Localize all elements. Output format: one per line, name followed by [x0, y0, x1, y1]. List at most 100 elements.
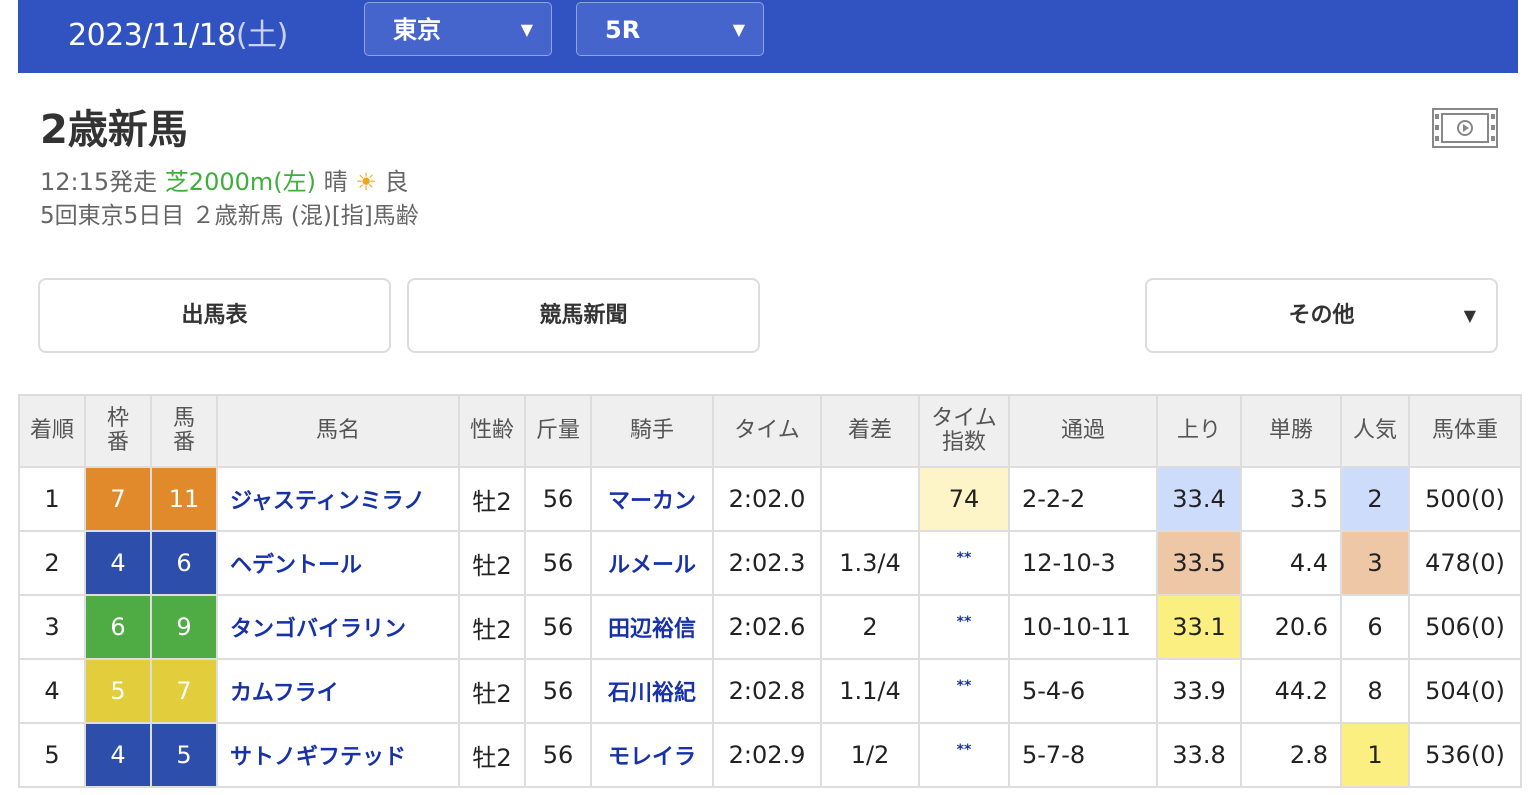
cell-odds: 44.2: [1240, 658, 1342, 724]
cell-rank: 1: [18, 466, 86, 532]
venue-select[interactable]: 東京 ▼: [364, 2, 552, 56]
cell-time-index: **: [918, 722, 1010, 788]
cell-horse-no: 9: [150, 594, 218, 660]
col-last3f: 上り: [1156, 394, 1242, 468]
cell-odds: 4.4: [1240, 530, 1342, 596]
cell-horse-no: 7: [150, 658, 218, 724]
cell-margin: 1.1/4: [820, 658, 920, 724]
cell-weight: 56: [524, 594, 592, 660]
cell-margin: [820, 466, 920, 532]
col-time-index-line1: タイム: [931, 406, 997, 431]
cell-weight: 56: [524, 658, 592, 724]
other-label: その他: [1288, 303, 1355, 328]
cell-popularity: 6: [1340, 594, 1410, 660]
race-title: 2歳新馬: [40, 107, 188, 153]
dropdown-arrow-icon: ▼: [520, 20, 533, 39]
col-weight: 斤量: [524, 394, 592, 468]
col-frame-line1: 枠: [106, 406, 129, 431]
cell-popularity: 3: [1340, 530, 1410, 596]
dropdown-arrow-icon: ▼: [1463, 306, 1476, 325]
cell-body-weight: 536(0): [1408, 722, 1522, 788]
jockey-link[interactable]: モレイラ: [590, 722, 714, 788]
horse-name-link[interactable]: サトノギフテッド: [216, 722, 460, 788]
cell-time: 2:02.9: [712, 722, 822, 788]
cell-odds: 20.6: [1240, 594, 1342, 660]
cell-horse-no: 6: [150, 530, 218, 596]
race-meta: 12:15発走 芝2000m(左) 晴 ☀ 良: [40, 166, 419, 198]
cell-passing: 12-10-3: [1008, 530, 1158, 596]
table-row[interactable]: 1 7 11 ジャスティンミラノ 牡2 56 マーカン 2:02.0 74 2-…: [18, 466, 1522, 532]
col-frame-line2: 番: [106, 430, 129, 455]
cell-passing: 5-4-6: [1008, 658, 1158, 724]
dropdown-arrow-icon: ▼: [732, 20, 745, 39]
track-condition: 良: [384, 168, 409, 196]
cell-last3f: 33.4: [1156, 466, 1242, 532]
cell-time-index: **: [918, 594, 1010, 660]
table-row[interactable]: 4 5 7 カムフライ 牡2 56 石川裕紀 2:02.8 1.1/4 ** 5…: [18, 658, 1522, 724]
horse-name-link[interactable]: タンゴバイラリン: [216, 594, 460, 660]
newspaper-button[interactable]: 競馬新聞: [407, 278, 760, 353]
cell-weight: 56: [524, 530, 592, 596]
col-margin: 着差: [820, 394, 920, 468]
weather: 晴: [323, 168, 348, 196]
jockey-link[interactable]: 田辺裕信: [590, 594, 714, 660]
start-time: 12:15発走: [40, 168, 158, 196]
col-passing: 通過: [1008, 394, 1158, 468]
jockey-link[interactable]: 石川裕紀: [590, 658, 714, 724]
race-date[interactable]: 2023/11/18(土): [68, 10, 288, 54]
jockey-link[interactable]: ルメール: [590, 530, 714, 596]
table-header-row: 着順 枠番 馬番 馬名 性齢 斤量 騎手 タイム 着差 タイム 指数 通過 上り …: [18, 394, 1522, 468]
video-icon[interactable]: [1432, 108, 1498, 148]
col-frame: 枠番: [84, 394, 152, 468]
cell-time-index: 74: [918, 466, 1010, 532]
entries-button[interactable]: 出馬表: [38, 278, 391, 353]
race-details: 5回東京5日目 ２歳新馬 (混)[指]馬齢: [40, 203, 419, 229]
col-popularity: 人気: [1340, 394, 1410, 468]
cell-rank: 5: [18, 722, 86, 788]
venue-select-value: 東京: [393, 16, 441, 44]
cell-time: 2:02.8: [712, 658, 822, 724]
sun-icon: ☀: [355, 168, 377, 196]
cell-sex-age: 牡2: [458, 530, 526, 596]
cell-last3f: 33.1: [1156, 594, 1242, 660]
col-horse-no: 馬番: [150, 394, 218, 468]
cell-margin: 1/2: [820, 722, 920, 788]
col-rank: 着順: [18, 394, 86, 468]
cell-odds: 2.8: [1240, 722, 1342, 788]
cell-frame: 4: [84, 722, 152, 788]
cell-horse-no: 11: [150, 466, 218, 532]
table-row[interactable]: 2 4 6 ヘデントール 牡2 56 ルメール 2:02.3 1.3/4 ** …: [18, 530, 1522, 596]
col-body-weight: 馬体重: [1408, 394, 1522, 468]
jockey-link[interactable]: マーカン: [590, 466, 714, 532]
cell-time: 2:02.3: [712, 530, 822, 596]
col-horse-name: 馬名: [216, 394, 460, 468]
col-horse-no-line1: 馬: [172, 406, 195, 431]
cell-popularity: 2: [1340, 466, 1410, 532]
table-row[interactable]: 3 6 9 タンゴバイラリン 牡2 56 田辺裕信 2:02.6 2 ** 10…: [18, 594, 1522, 660]
cell-rank: 2: [18, 530, 86, 596]
other-dropdown[interactable]: その他 ▼: [1145, 278, 1498, 353]
col-time-index-line2: 指数: [941, 430, 986, 455]
cell-time-index: **: [918, 658, 1010, 724]
cell-last3f: 33.8: [1156, 722, 1242, 788]
cell-odds: 3.5: [1240, 466, 1342, 532]
horse-name-link[interactable]: ヘデントール: [216, 530, 460, 596]
race-select[interactable]: 5R ▼: [576, 2, 764, 56]
horse-name-link[interactable]: カムフライ: [216, 658, 460, 724]
col-odds: 単勝: [1240, 394, 1342, 468]
cell-body-weight: 506(0): [1408, 594, 1522, 660]
cell-rank: 4: [18, 658, 86, 724]
cell-popularity: 8: [1340, 658, 1410, 724]
cell-sex-age: 牡2: [458, 466, 526, 532]
table-row[interactable]: 5 4 5 サトノギフテッド 牡2 56 モレイラ 2:02.9 1/2 ** …: [18, 722, 1522, 788]
race-select-value: 5R: [605, 16, 641, 44]
horse-name-link[interactable]: ジャスティンミラノ: [216, 466, 460, 532]
cell-last3f: 33.9: [1156, 658, 1242, 724]
cell-sex-age: 牡2: [458, 722, 526, 788]
cell-margin: 2: [820, 594, 920, 660]
race-info: 2歳新馬 12:15発走 芝2000m(左) 晴 ☀ 良 5回東京5日目 ２歳新…: [40, 100, 419, 234]
cell-last3f: 33.5: [1156, 530, 1242, 596]
cell-sex-age: 牡2: [458, 594, 526, 660]
cell-frame: 4: [84, 530, 152, 596]
day-of-week: (土): [235, 18, 288, 53]
